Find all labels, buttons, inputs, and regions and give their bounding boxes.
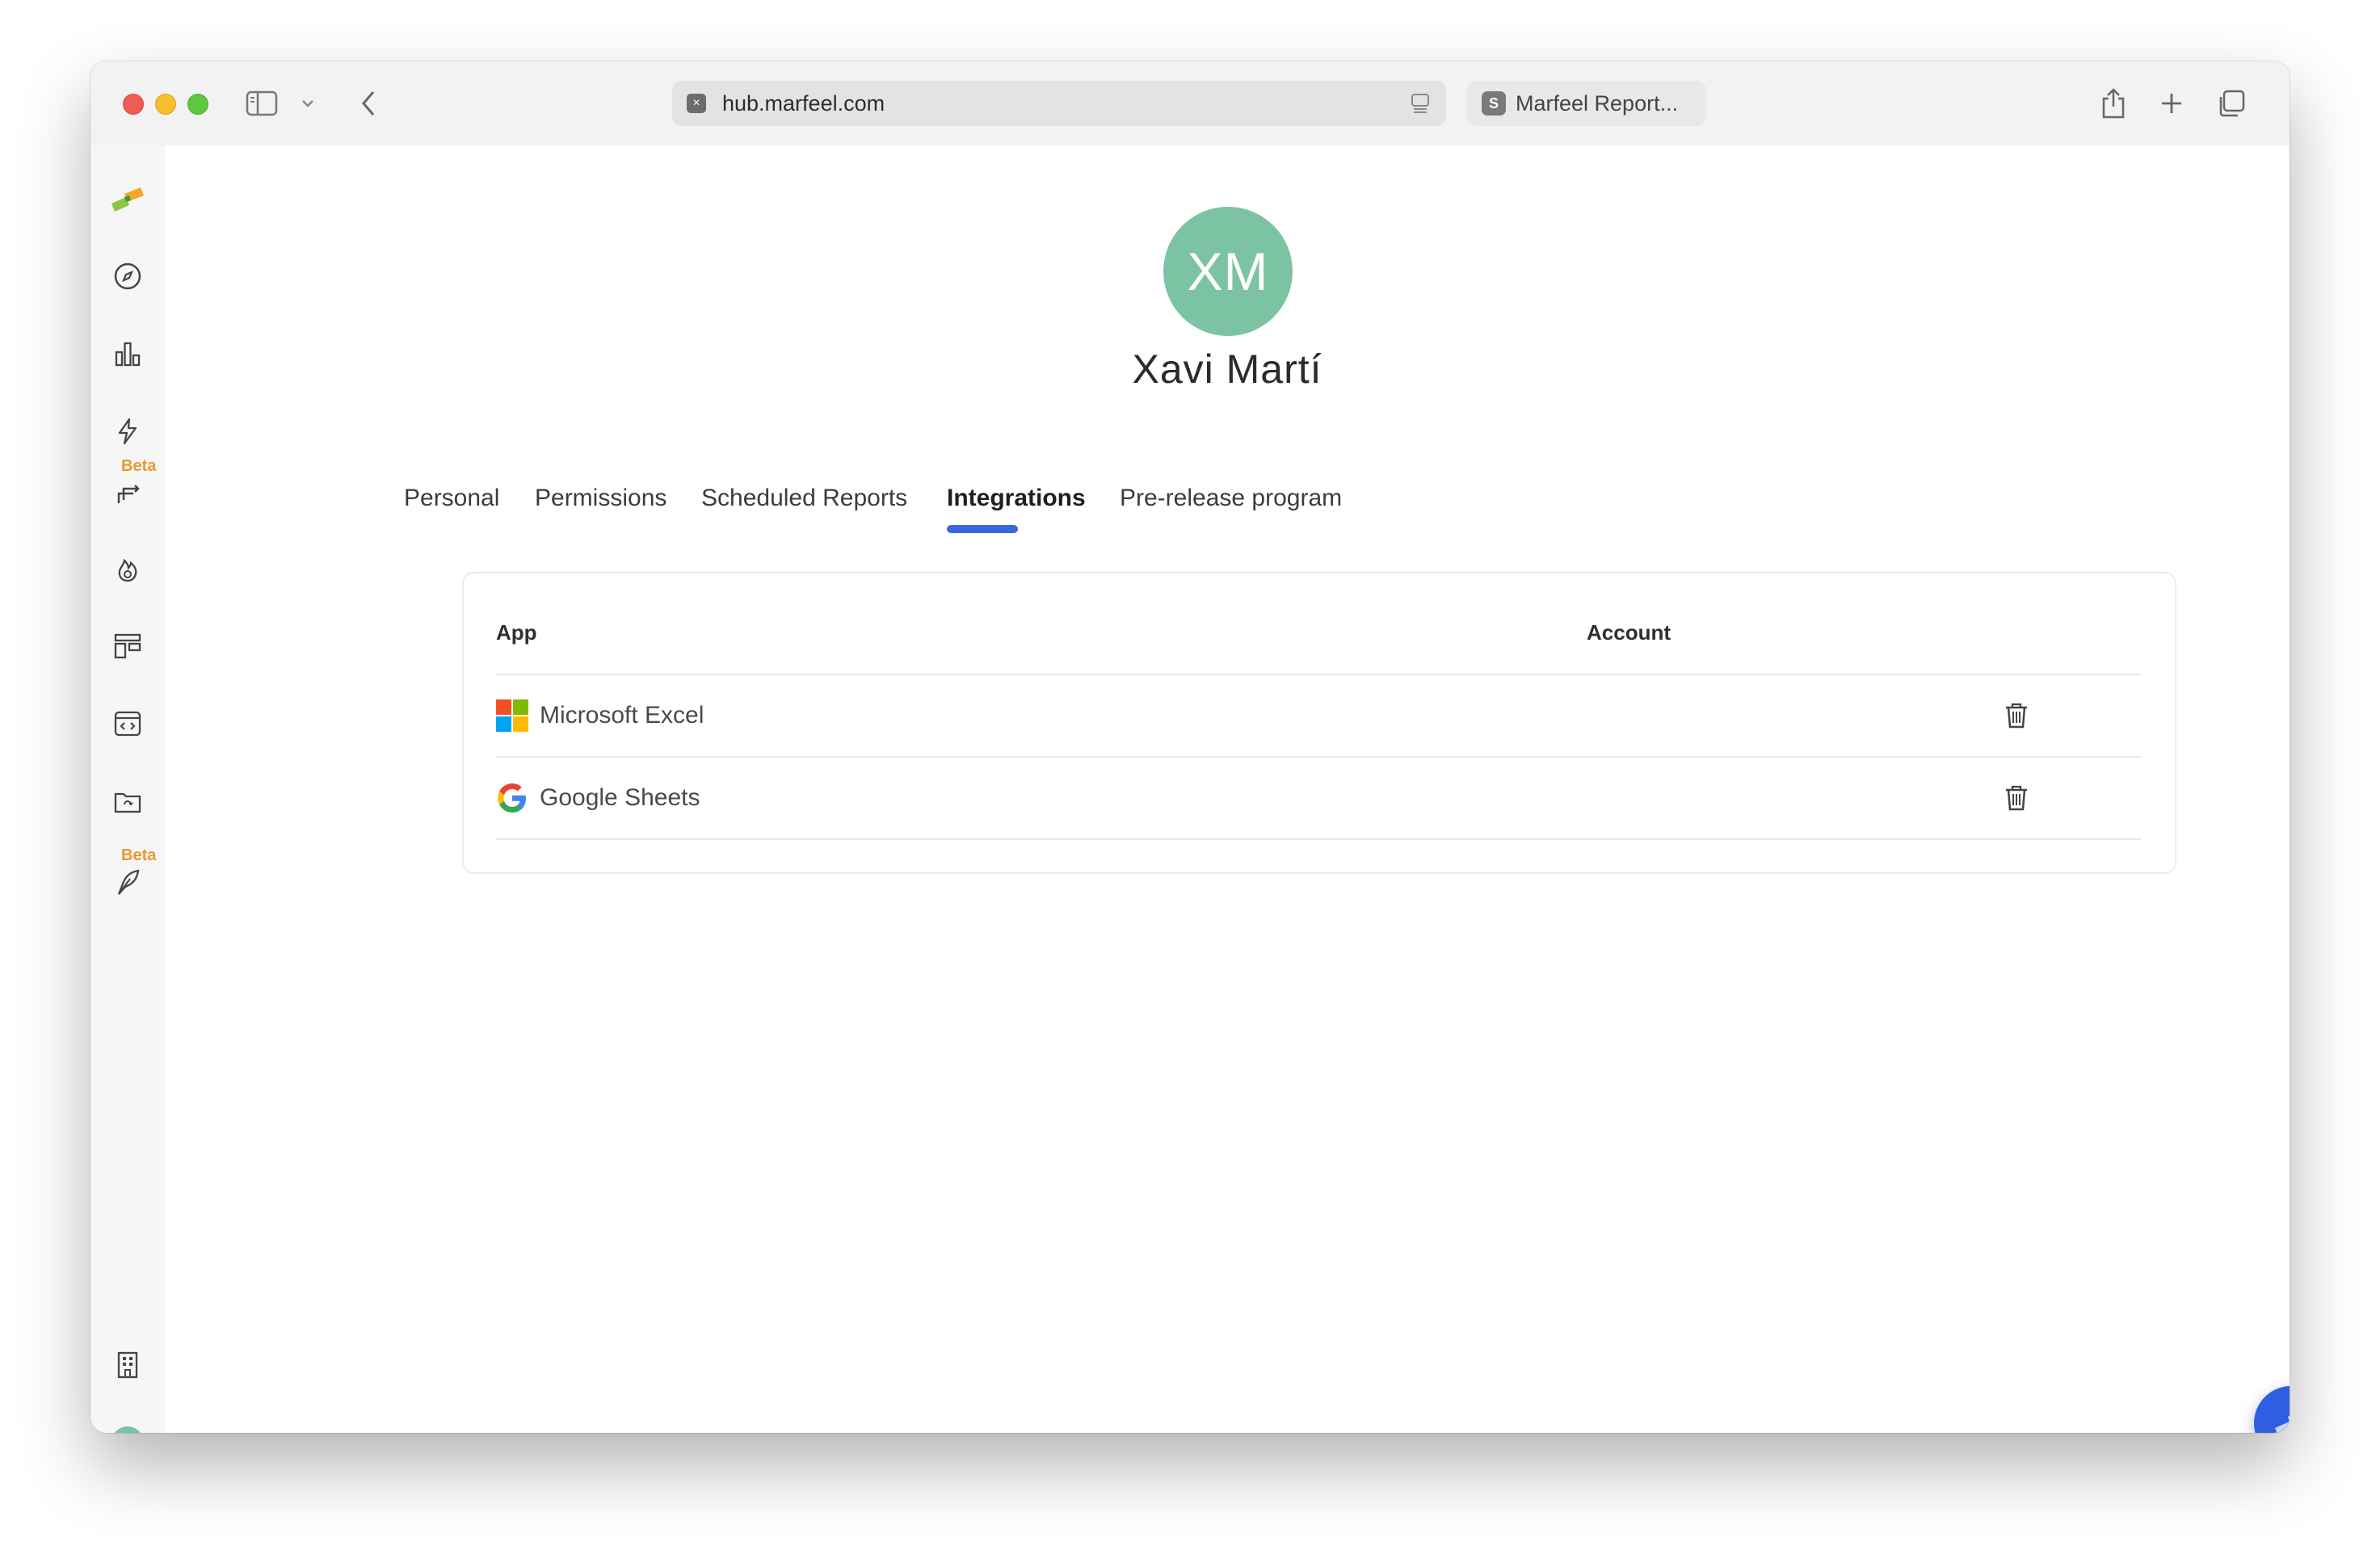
profile-name: Xavi Martí <box>1132 346 1322 392</box>
chevron-down-icon[interactable] <box>296 86 320 121</box>
flame-icon[interactable] <box>108 549 147 588</box>
bar-chart-icon[interactable] <box>108 334 147 373</box>
lightning-icon[interactable] <box>108 412 147 451</box>
recirculation-icon[interactable] <box>108 473 147 512</box>
address-bar[interactable]: × hub.marfeel.com <box>672 81 1446 126</box>
site-favicon-icon: × <box>687 94 706 113</box>
browser-window: × hub.marfeel.com S Marfeel Report... Be… <box>90 61 2290 1433</box>
close-window-button[interactable] <box>123 94 144 115</box>
back-icon[interactable] <box>352 86 385 121</box>
column-header-account: Account <box>1587 620 1671 645</box>
tab-personal[interactable]: Personal <box>404 485 499 512</box>
app-name: Google Sheets <box>540 784 700 811</box>
tab-title: Marfeel Report... <box>1516 90 1679 116</box>
tab-scheduled-reports[interactable]: Scheduled Reports <box>701 485 907 512</box>
delete-integration-button[interactable] <box>1999 698 2034 733</box>
avatar-initials: XM <box>111 1426 144 1433</box>
user-avatar[interactable]: XM <box>108 1423 147 1433</box>
tab-favicon-icon: S <box>1482 91 1506 116</box>
tab-permissions[interactable]: Permissions <box>535 485 666 512</box>
tab-prerelease-program[interactable]: Pre-release program <box>1120 485 1342 512</box>
url-text: hub.marfeel.com <box>722 90 885 116</box>
minimize-window-button[interactable] <box>155 94 176 115</box>
table-row: Google Sheets <box>496 758 2141 838</box>
feather-icon[interactable] <box>108 863 147 901</box>
zoom-window-button[interactable] <box>187 94 208 115</box>
app-sidebar: Beta Beta XM <box>90 145 165 1433</box>
column-header-app: App <box>496 620 537 645</box>
browser-toolbar: × hub.marfeel.com S Marfeel Report... <box>90 61 2290 145</box>
delete-integration-button[interactable] <box>1999 780 2034 816</box>
marfeel-chat-icon <box>2275 1416 2290 1433</box>
tab-overview-icon[interactable] <box>2215 86 2248 121</box>
new-tab-icon[interactable] <box>2155 86 2188 121</box>
google-icon <box>496 782 528 814</box>
help-chat-button[interactable] <box>2254 1386 2290 1433</box>
profile-avatar: XM <box>1163 207 1293 336</box>
building-icon[interactable] <box>108 1346 147 1384</box>
sidebar-toggle-icon[interactable] <box>244 86 280 121</box>
table-row: Microsoft Excel <box>496 675 2141 756</box>
active-tab-indicator <box>947 525 1018 533</box>
marfeel-logo-icon[interactable] <box>108 179 147 218</box>
reader-icon[interactable] <box>1411 93 1430 118</box>
divider <box>496 838 2141 840</box>
integrations-card: App Account Microsoft Excel Google Sheet… <box>462 572 2176 874</box>
app-name: Microsoft Excel <box>540 702 704 729</box>
code-window-icon[interactable] <box>108 704 147 743</box>
layout-icon[interactable] <box>108 627 147 666</box>
tab-integrations[interactable]: Integrations <box>947 485 1086 512</box>
microsoft-icon <box>496 699 528 732</box>
main-content: XM Xavi Martí Personal Permissions Sched… <box>165 145 2290 1433</box>
browser-tab-marfeel-report[interactable]: S Marfeel Report... <box>1467 81 1706 126</box>
share-icon[interactable] <box>2097 86 2130 121</box>
folder-icon[interactable] <box>108 782 147 821</box>
compass-icon[interactable] <box>108 257 147 296</box>
